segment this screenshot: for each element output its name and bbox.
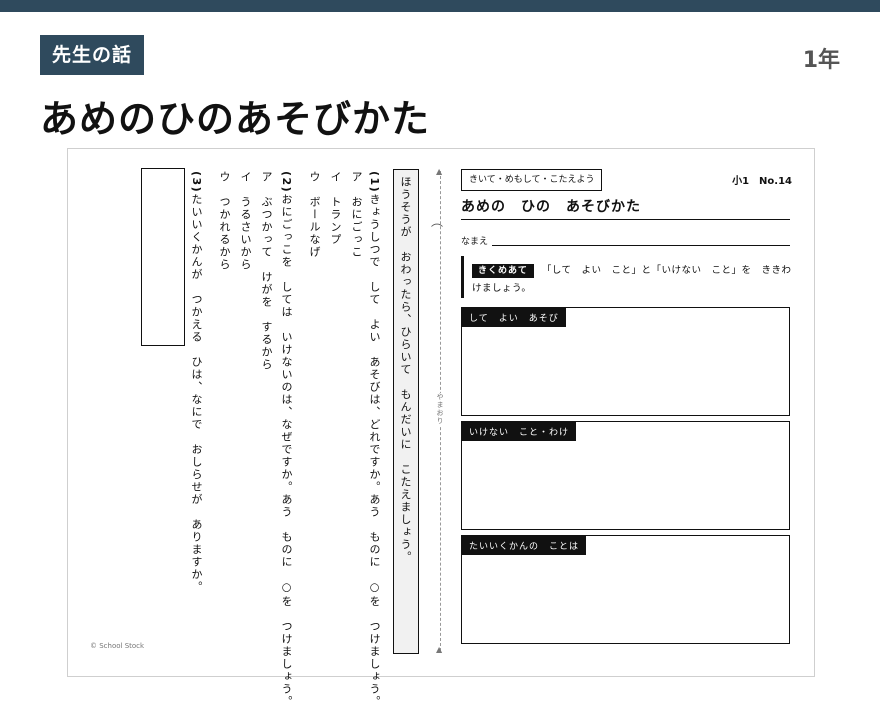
q1-question: (1)きょうしつで して よい あそびは、どれですか。あう ものに ○を つけま… xyxy=(366,171,382,708)
memo-box-label: して よい あそび xyxy=(462,308,566,327)
name-field-line xyxy=(492,245,790,246)
activity-tag: きいて・めもして・こたえよう xyxy=(461,169,603,191)
instruction-box: ほうそうが おわったら、ひらいて もんだいに こたえましょう。 xyxy=(393,169,419,654)
listening-goal: きくめあて 「して よい こと」と「いけない こと」を ききわけましょう。 xyxy=(461,256,793,298)
listening-goal-tag: きくめあて xyxy=(472,264,534,278)
title-divider xyxy=(461,219,790,220)
instruction-text: ほうそうが おわったら、ひらいて もんだいに こたえましょう。 xyxy=(399,176,412,564)
q1-number: (1) xyxy=(368,171,381,194)
memo-box-label: いけない こと・わけ xyxy=(462,422,577,441)
worksheet-preview: (1)きょうしつで して よい あそびは、どれですか。あう ものに ○を つけま… xyxy=(67,148,815,708)
listening-goal-text: きくめあて 「して よい こと」と「いけない こと」を ききわけましょう。 xyxy=(472,262,792,297)
mountain-fold-icon: ⌒ xyxy=(431,223,444,237)
copyright-text: © School Stock xyxy=(90,642,145,650)
worksheet-title: あめの ひの あそびかた xyxy=(461,199,641,215)
arrow-down-icon: ▲ xyxy=(436,645,443,654)
arrow-up-icon: ▲ xyxy=(436,167,443,176)
q2-option-a: ア ぶつかって けがを するから xyxy=(260,171,273,371)
q2-number: (2) xyxy=(280,171,293,194)
q2-option-b: イ うるさいから xyxy=(239,171,252,271)
q3-text: たいいくかんが つかえる ひは、なにで おしらせが ありますか。 xyxy=(190,193,203,594)
name-label: なまえ xyxy=(461,237,489,247)
category-badge: 先生の話 xyxy=(40,35,145,75)
q1-option-a: ア おにごっこ xyxy=(350,171,363,259)
q2-option-c: ウ つかれるから xyxy=(218,171,231,271)
q3-number: (3) xyxy=(190,171,203,194)
q1-text: きょうしつで して よい あそびは、どれですか。あう ものに ○を つけましょう… xyxy=(368,193,381,708)
worksheet-number: 小1 No.14 xyxy=(732,176,792,187)
q3-answer-box xyxy=(141,168,185,346)
memo-box-label: たいいくかんの ことは xyxy=(462,536,587,555)
q2-text: おにごっこを しては いけないのは、なぜですか。あう ものに ○を つけましょう… xyxy=(280,193,293,708)
q1-option-c: ウ ボールなげ xyxy=(308,171,321,259)
page-title: あめのひのあそびかた xyxy=(40,97,431,141)
q1-option-b: イ トランプ xyxy=(329,171,342,246)
memo-box-not-allowed: いけない こと・わけ xyxy=(461,421,790,530)
q2-question: (2)おにごっこを しては いけないのは、なぜですか。あう ものに ○を つけま… xyxy=(278,171,294,708)
memo-box-allowed-play: して よい あそび xyxy=(461,307,790,416)
top-accent-bar xyxy=(0,0,880,12)
memo-box-gym: たいいくかんの ことは xyxy=(461,535,790,644)
fold-label: やまおり xyxy=(435,393,445,425)
q3-question: (3)たいいくかんが つかえる ひは、なにで おしらせが ありますか。 xyxy=(188,171,204,593)
grade-label: 1年 xyxy=(802,48,840,73)
